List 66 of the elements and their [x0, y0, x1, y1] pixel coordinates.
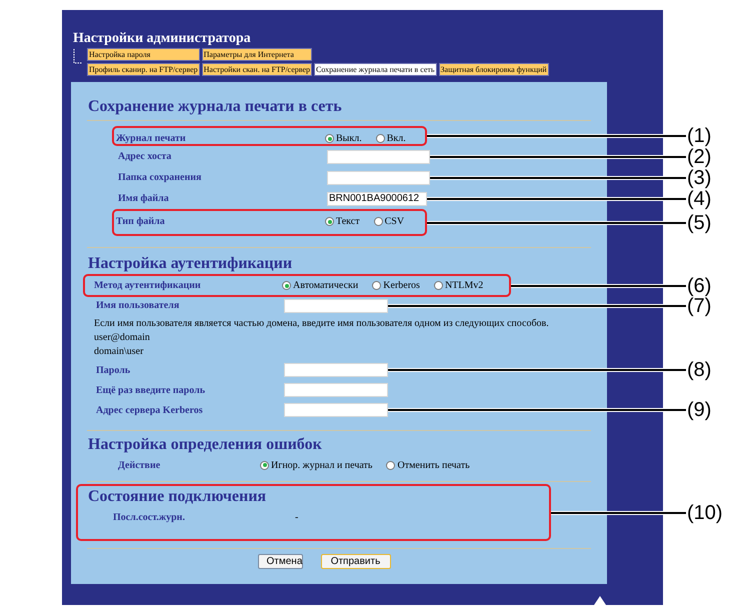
- radio-label: Отменить печать: [397, 458, 470, 472]
- field-label: Папка сохранения: [118, 171, 202, 185]
- field-label: Пароль: [96, 364, 132, 378]
- tab[interactable]: Сохранение журнала печати в сеть: [314, 63, 437, 76]
- text-field[interactable]: [327, 150, 430, 164]
- callout-label: (8): [687, 359, 712, 381]
- radio-label: NTLMv2: [444, 279, 484, 293]
- triangle-icon: [594, 596, 606, 605]
- tree-connector-icon: [73, 49, 83, 65]
- radio-button[interactable]: [282, 281, 291, 290]
- radio-button[interactable]: [325, 134, 334, 143]
- callout-label: (2): [687, 146, 712, 168]
- section-heading: Состояние подключения: [88, 487, 266, 507]
- text-field[interactable]: BRN001BA9000612: [327, 192, 427, 206]
- text-field[interactable]: [284, 383, 388, 397]
- tab[interactable]: Настройки скан. на FTP/сервер: [202, 63, 312, 76]
- tab[interactable]: Защитная блокировка функций: [438, 63, 549, 76]
- radio-label: Текст: [336, 215, 360, 229]
- status-value: -: [295, 510, 298, 524]
- text-field[interactable]: [284, 363, 388, 377]
- radio-button[interactable]: [374, 217, 383, 226]
- section-heading: Настройка аутентификации: [88, 254, 292, 274]
- submit-button[interactable]: Отправить: [320, 554, 390, 569]
- radio-button[interactable]: [325, 217, 334, 226]
- radio-button[interactable]: [372, 281, 382, 290]
- help-text: domain\user: [94, 345, 144, 359]
- radio-button[interactable]: [434, 281, 443, 290]
- radio-label: Игнор. журнал и печать: [271, 458, 372, 472]
- text-field[interactable]: [284, 298, 388, 312]
- text-field[interactable]: [284, 403, 388, 417]
- field-label: Имя пользователя: [96, 299, 180, 313]
- radio-label: Автоматически: [293, 279, 358, 293]
- callout-label: (4): [687, 188, 712, 210]
- text-field[interactable]: [327, 170, 430, 184]
- cancel-button[interactable]: Отмена: [258, 554, 302, 569]
- radio-button[interactable]: [386, 460, 396, 470]
- callout-label: (10): [687, 502, 723, 524]
- field-label: Имя файла: [118, 192, 170, 206]
- tab[interactable]: Профиль сканир. на FTP/сервер: [87, 63, 200, 76]
- callout-label: (5): [687, 212, 712, 234]
- field-label: Метод аутентификации: [94, 279, 202, 293]
- radio-label: Вкл.: [386, 132, 406, 146]
- radio-button[interactable]: [260, 460, 269, 470]
- page-title: Настройки администратора: [73, 31, 251, 47]
- help-text: user@domain: [94, 331, 150, 345]
- callout-label: (1): [687, 125, 712, 147]
- help-text: Если имя пользователя является частью домена, введите имя пользователя одном из следующих способов.: [94, 317, 549, 331]
- callout-label: (9): [687, 399, 712, 421]
- field-label: Ещё раз введите пароль: [96, 384, 206, 398]
- tab[interactable]: Параметры для Интернета: [202, 48, 312, 61]
- callout-label: (6): [687, 275, 712, 297]
- callout-label: (7): [687, 295, 712, 317]
- field-label: Действие: [118, 458, 162, 472]
- tab[interactable]: Настройка пароля: [87, 48, 200, 61]
- field-label: Адрес хоста: [118, 150, 172, 164]
- section-heading: Сохранение журнала печати в сеть: [88, 97, 342, 117]
- radio-label: CSV: [384, 215, 404, 229]
- field-label: Тип файла: [116, 215, 166, 229]
- callout-label: (3): [687, 167, 712, 189]
- field-label: Журнал печати: [116, 132, 187, 146]
- radio-label: Выкл.: [336, 132, 362, 146]
- field-label: Посл.сост.журн.: [113, 510, 186, 524]
- radio-button[interactable]: [376, 134, 385, 143]
- radio-label: Kerberos: [383, 279, 420, 293]
- field-label: Адрес сервера Kerberos: [96, 404, 204, 418]
- section-heading: Настройка определения ошибок: [88, 435, 322, 455]
